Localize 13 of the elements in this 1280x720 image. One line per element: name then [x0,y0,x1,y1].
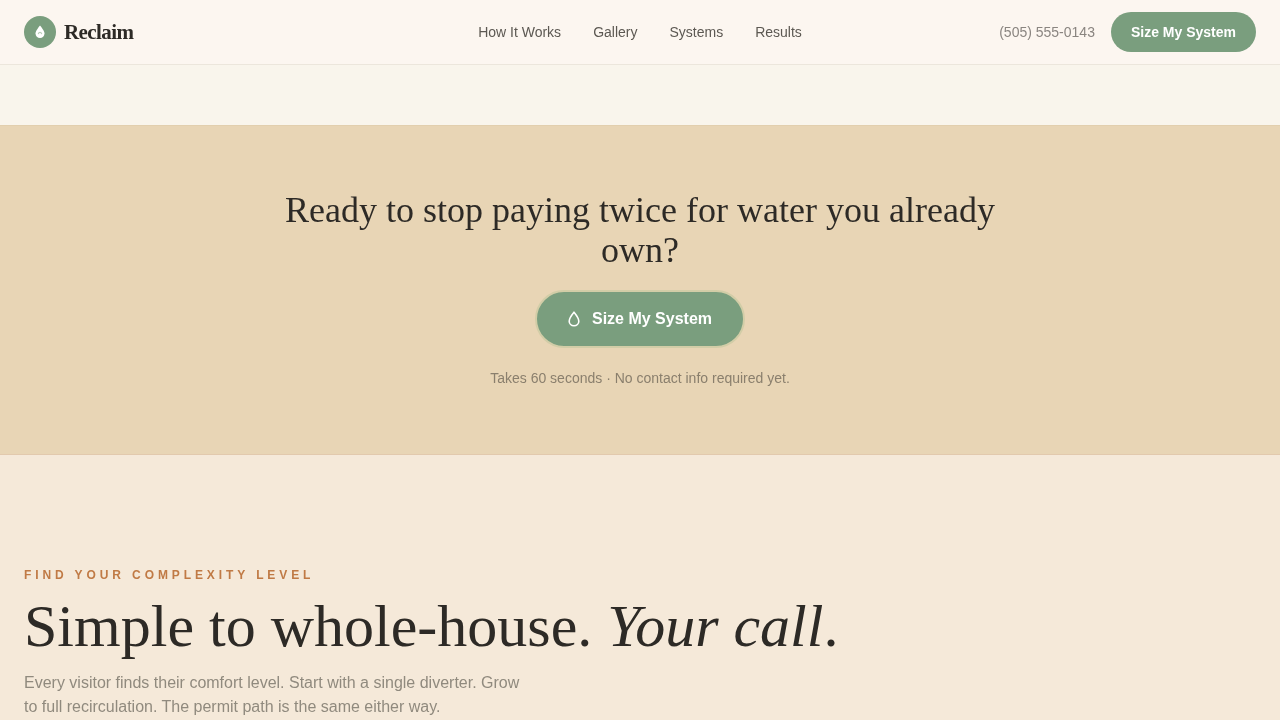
cta-note: Takes 60 seconds · No contact info required yet. [490,369,790,388]
phone-number: (505) 555-0143 [999,24,1095,40]
section-heading: Simple to whole-house. Your call. [24,593,840,659]
section-intro: Every visitor finds their comfort level. Start with a single diverter. Grow to full recirculation. The permit path is the same either way. [24,673,521,717]
nav-link[interactable]: Systems [669,24,724,40]
cta-heading: Ready to stop paying twice for water you already own? [284,190,996,270]
nav-link[interactable]: How It Works [478,24,562,40]
section-eyebrow: FIND YOUR COMPLEXITY LEVEL [24,567,316,583]
droplet-icon [567,311,580,327]
nav-link[interactable]: Results [755,24,802,40]
brand-name[interactable]: Reclaim [64,19,134,45]
nav-link[interactable]: Gallery [593,24,638,40]
logo-droplet-icon [24,16,56,48]
